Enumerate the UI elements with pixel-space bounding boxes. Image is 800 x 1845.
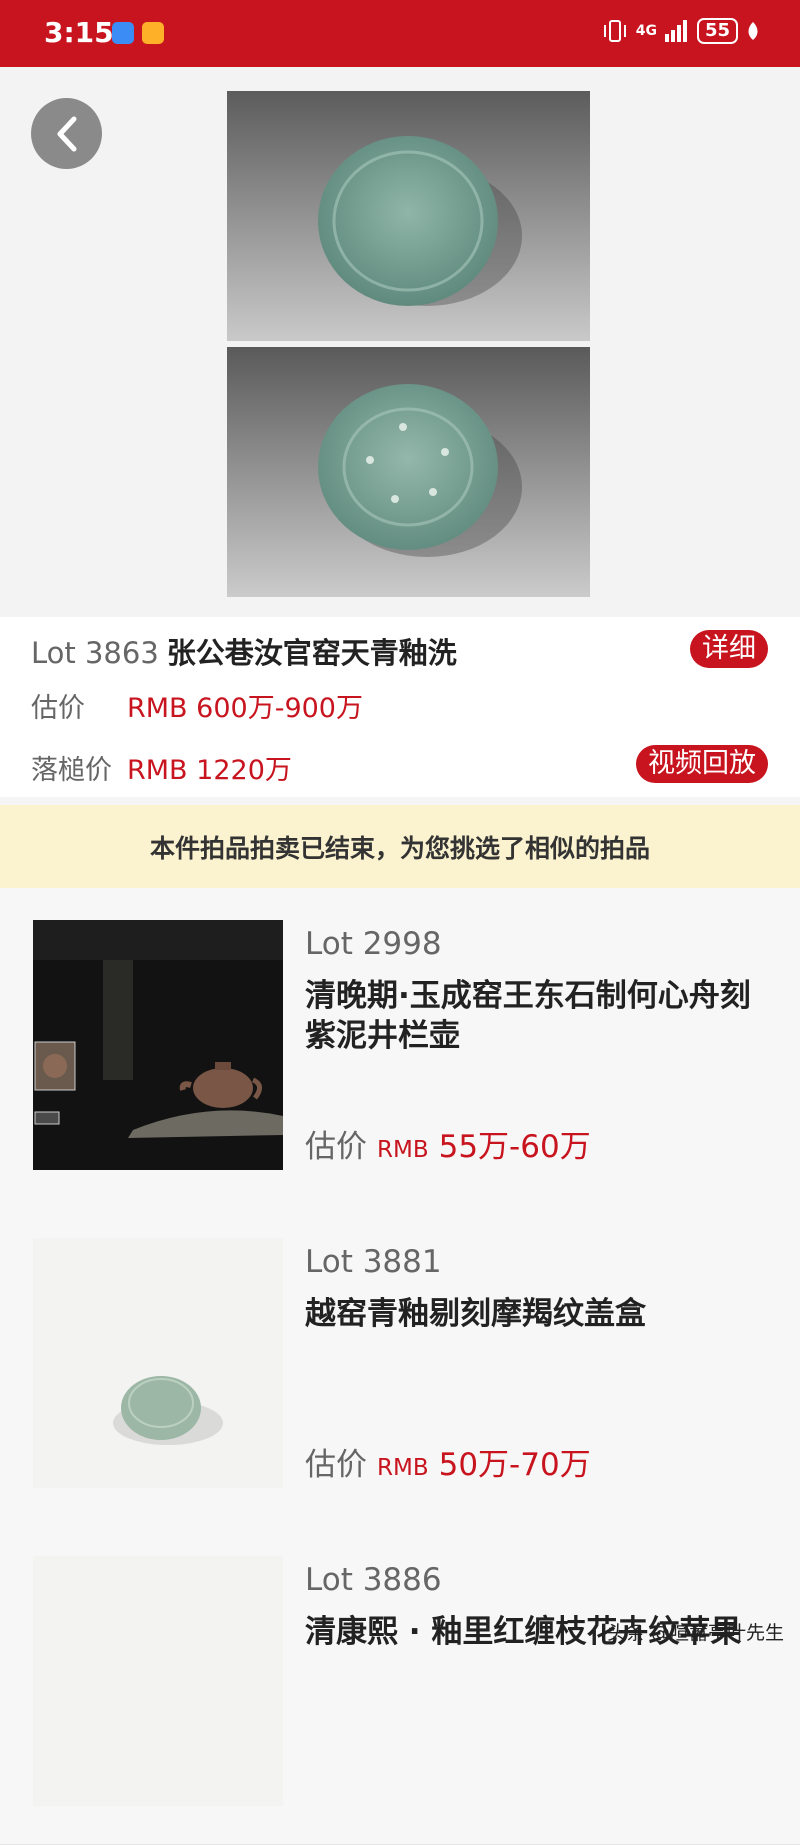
detail-button[interactable]: 详细 bbox=[690, 630, 768, 668]
estimate-value: 50万-70万 bbox=[438, 1447, 591, 1483]
estimate-value: 55万-60万 bbox=[438, 1129, 591, 1165]
lot-photo-bottom[interactable] bbox=[227, 347, 590, 597]
estimate-label: 估价 bbox=[31, 693, 85, 724]
status-time: 3:15 bbox=[44, 16, 114, 49]
chevron-left-icon bbox=[57, 116, 76, 151]
status-bar: 3:15 4G 55 bbox=[0, 0, 800, 67]
similar-lot-number: Lot 3881 bbox=[305, 1244, 442, 1280]
estimate-currency: RMB bbox=[377, 1137, 429, 1163]
apple-jar-thumbnail bbox=[33, 1556, 283, 1806]
similar-lot-title: 清晚期·玉成窑王东石制何心舟刻紫泥井栏壶 bbox=[305, 978, 751, 1054]
video-app-icon bbox=[142, 22, 164, 44]
battery-level: 55 bbox=[696, 18, 738, 44]
lot-title: 张公巷汝官窑天青釉洗 bbox=[166, 636, 457, 670]
hammer-price-label: 落槌价 bbox=[31, 755, 112, 786]
similar-lot-estimate: 估价 RMB 50万-70万 bbox=[305, 1439, 591, 1484]
similar-lot-title: 越窑青釉剔刻摩羯纹盖盒 bbox=[305, 1296, 646, 1332]
notice-text: 本件拍品拍卖已结束，为您挑选了相似的拍品 bbox=[149, 833, 650, 863]
covered-box-thumbnail bbox=[33, 1238, 283, 1488]
watermark: 头条 @喧嚣亭叶先生 bbox=[606, 1622, 784, 1644]
hammer-price-value: RMB 1220万 bbox=[127, 755, 292, 786]
estimate-label: 估价 bbox=[305, 1447, 367, 1483]
estimate-value: RMB 600万-900万 bbox=[127, 693, 363, 724]
similar-item-card[interactable]: Lot 2998 清晚期·玉成窑王东石制何心舟刻紫泥井栏壶 估价 RMB 55万-6… bbox=[0, 888, 800, 1209]
similar-item-card[interactable]: Lot 3881 越窑青釉剔刻摩羯纹盖盒 估价 RMB 50万-70万 bbox=[0, 1206, 800, 1527]
vibrate-icon bbox=[603, 20, 626, 42]
similar-lot-number: Lot 3886 bbox=[305, 1562, 442, 1598]
back-button[interactable] bbox=[31, 98, 102, 169]
teapot-thumbnail bbox=[33, 920, 283, 1170]
lot-number: Lot 3863 bbox=[31, 636, 159, 670]
similar-item-card[interactable]: Lot 3886 清康熙 · 釉里红缠枝花卉纹苹果 bbox=[0, 1524, 800, 1845]
lot-photo-top[interactable] bbox=[227, 91, 590, 341]
network-type: 4G bbox=[635, 23, 657, 39]
signal-icon bbox=[664, 20, 687, 42]
video-replay-button[interactable]: 视频回放 bbox=[636, 745, 768, 783]
similar-lot-number: Lot 2998 bbox=[305, 926, 442, 962]
estimate-currency: RMB bbox=[377, 1455, 429, 1481]
shield-app-icon bbox=[112, 22, 134, 44]
auction-ended-notice: 本件拍品拍卖已结束，为您挑选了相似的拍品 bbox=[0, 805, 800, 888]
estimate-label: 估价 bbox=[305, 1129, 367, 1165]
hero-gallery bbox=[0, 67, 800, 617]
leaf-icon bbox=[748, 22, 758, 40]
similar-lot-estimate: 估价 RMB 55万-60万 bbox=[305, 1121, 591, 1166]
lot-heading: Lot 3863 张公巷汝官窑天青釉洗 bbox=[31, 630, 457, 672]
